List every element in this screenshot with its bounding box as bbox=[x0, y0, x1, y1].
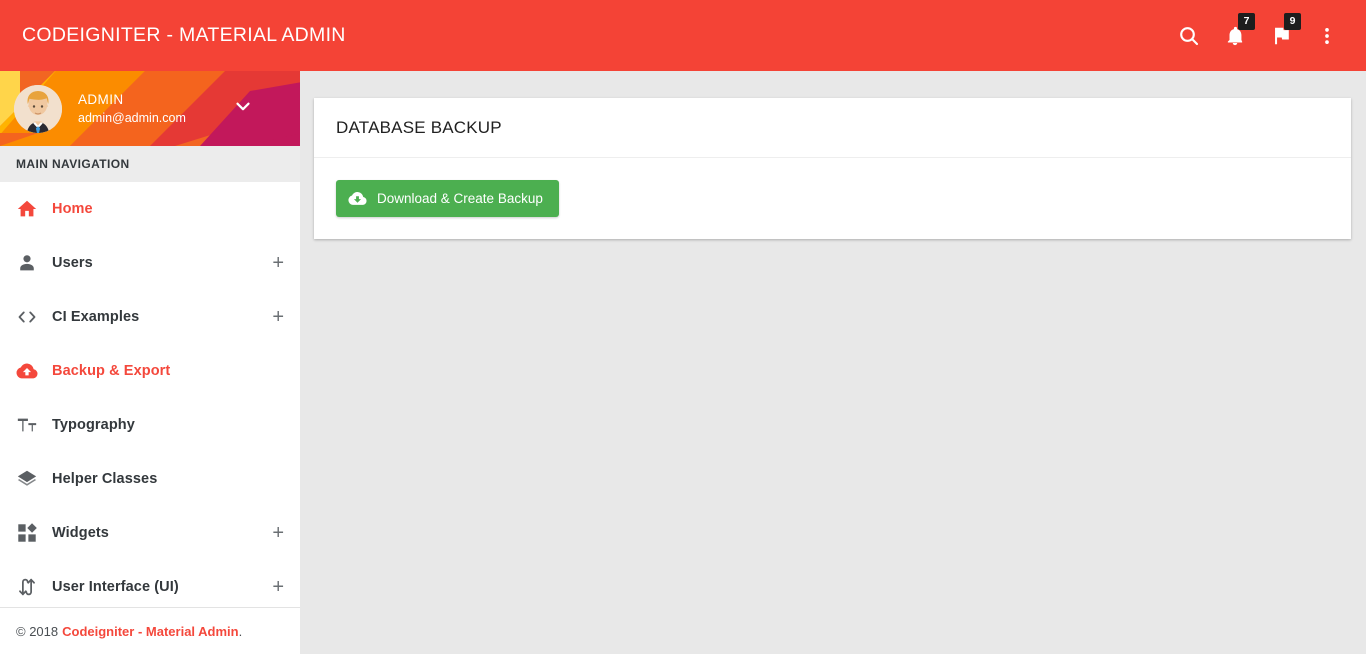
sidebar-item-label: Typography bbox=[52, 417, 135, 433]
person-icon bbox=[14, 252, 40, 274]
tasks-button[interactable]: 9 bbox=[1258, 12, 1304, 59]
sidebar-item-label: Helper Classes bbox=[52, 471, 158, 487]
sidebar-item-home[interactable]: Home bbox=[0, 182, 300, 236]
sidebar-expand-toggle[interactable]: + bbox=[272, 307, 284, 327]
cloud-upload-icon bbox=[14, 360, 40, 382]
user-meta: ADMIN admin@admin.com bbox=[78, 92, 186, 125]
sidebar: ADMIN admin@admin.com MAIN NAVIGATION Ho… bbox=[0, 71, 300, 654]
user-menu-toggle[interactable] bbox=[232, 95, 254, 122]
avatar bbox=[14, 84, 62, 133]
sidebar-item-ci-examples[interactable]: CI Examples + bbox=[0, 290, 300, 344]
sidebar-item-widgets[interactable]: Widgets + bbox=[0, 506, 300, 560]
chevron-down-icon bbox=[232, 95, 254, 122]
dots-vertical-icon bbox=[1316, 25, 1338, 47]
notifications-button[interactable]: 7 bbox=[1212, 12, 1258, 59]
search-icon bbox=[1177, 24, 1201, 48]
footer-brand-link[interactable]: Codeigniter - Material Admin bbox=[62, 624, 238, 639]
sidebar-item-label: Backup & Export bbox=[52, 363, 171, 379]
sidebar-expand-toggle[interactable]: + bbox=[272, 253, 284, 273]
top-navbar: CODEIGNITER - MATERIAL ADMIN 7 9 bbox=[0, 0, 1366, 71]
sidebar-nav-list: Home Users + CI Examples + Backup & Expo… bbox=[0, 182, 300, 614]
user-name: ADMIN bbox=[78, 92, 124, 108]
sidebar-item-user-interface[interactable]: User Interface (UI) + bbox=[0, 560, 300, 614]
home-icon bbox=[14, 198, 40, 220]
sidebar-item-label: Widgets bbox=[52, 525, 109, 541]
sidebar-expand-toggle[interactable]: + bbox=[272, 577, 284, 597]
user-row[interactable]: ADMIN admin@admin.com bbox=[0, 71, 300, 146]
sidebar-item-backup-export[interactable]: Backup & Export bbox=[0, 344, 300, 398]
sidebar-item-typography[interactable]: Typography bbox=[0, 398, 300, 452]
tasks-badge: 9 bbox=[1284, 12, 1301, 30]
database-backup-card: DATABASE BACKUP Download & Create Backup bbox=[314, 98, 1351, 239]
dashboard-icon bbox=[14, 522, 40, 544]
sidebar-expand-toggle[interactable]: + bbox=[272, 523, 284, 543]
copyright-text: © 2018 bbox=[16, 623, 59, 639]
button-label: Download & Create Backup bbox=[377, 191, 543, 206]
app-brand-title: CODEIGNITER - MATERIAL ADMIN bbox=[22, 24, 346, 46]
sidebar-item-users[interactable]: Users + bbox=[0, 236, 300, 290]
sidebar-footer: © 2018 Codeigniter - Material Admin . bbox=[0, 607, 300, 654]
download-create-backup-button[interactable]: Download & Create Backup bbox=[336, 180, 559, 217]
page-title: DATABASE BACKUP bbox=[336, 117, 502, 137]
code-icon bbox=[14, 306, 40, 328]
main-content: DATABASE BACKUP Download & Create Backup bbox=[300, 71, 1366, 654]
sidebar-user-panel: ADMIN admin@admin.com bbox=[0, 71, 300, 146]
card-header: DATABASE BACKUP bbox=[314, 98, 1351, 158]
swap-vert-icon bbox=[14, 576, 40, 598]
more-menu-button[interactable] bbox=[1304, 13, 1350, 59]
footer-suffix: . bbox=[238, 623, 243, 639]
sidebar-item-helper-classes[interactable]: Helper Classes bbox=[0, 452, 300, 506]
sidebar-item-label: Users bbox=[52, 255, 93, 271]
sidebar-item-label: CI Examples bbox=[52, 309, 140, 325]
search-button[interactable] bbox=[1166, 13, 1212, 59]
topbar-actions: 7 9 bbox=[1166, 0, 1366, 71]
cloud-download-icon bbox=[348, 189, 367, 208]
text-format-icon bbox=[14, 414, 40, 436]
layers-icon bbox=[14, 468, 40, 490]
user-email: admin@admin.com bbox=[78, 110, 186, 125]
sidebar-item-label: Home bbox=[52, 201, 93, 217]
notifications-badge: 7 bbox=[1238, 12, 1255, 30]
card-body: Download & Create Backup bbox=[314, 158, 1351, 239]
sidebar-section-header: MAIN NAVIGATION bbox=[0, 146, 300, 182]
sidebar-item-label: User Interface (UI) bbox=[52, 579, 179, 595]
